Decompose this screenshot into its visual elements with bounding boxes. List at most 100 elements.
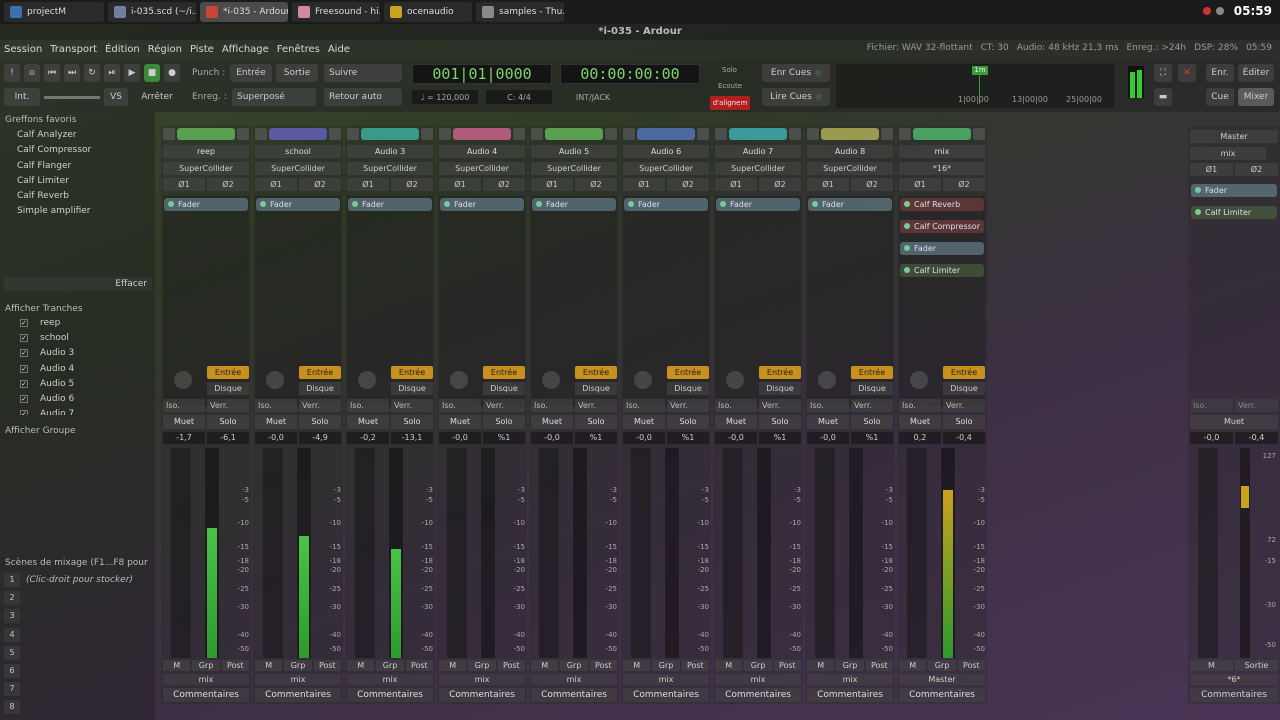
menu-3[interactable]: Région [144,44,186,55]
gain-fader[interactable] [631,448,651,658]
stop-mode-button[interactable]: Arrêter [134,88,180,106]
solo-button[interactable]: Solo [759,415,801,429]
processor-item[interactable]: Fader [532,198,616,211]
master-mute-button[interactable]: Muet [1190,415,1278,429]
master-output-button[interactable]: *6* [1190,674,1278,685]
favorite-plugin[interactable]: Calf Flanger [0,159,155,174]
processor-item[interactable]: Fader [624,198,708,211]
master-lock-button[interactable]: Verr. [1235,399,1278,412]
strip-list-row[interactable]: ✓ Audio 6 [0,391,155,406]
strip-visible-checkbox[interactable]: ✓ [20,364,28,373]
master-comments-button[interactable]: Commentaires [1190,688,1278,702]
strip-list-row[interactable]: ✓ school [0,330,155,345]
record-enable-button[interactable] [349,366,385,394]
strip-hide-icon[interactable] [513,128,525,140]
menu-7[interactable]: Aide [324,44,354,55]
gain-entry[interactable]: -1,7 [163,432,205,444]
record-cues-button[interactable]: Enr Cues [762,64,830,82]
phase-invert-2[interactable]: Ø2 [483,178,525,191]
output-button[interactable]: mix [807,674,893,685]
favorite-plugin[interactable]: Calf Reverb [0,189,155,204]
mini-timeline[interactable]: 1m 1|00|00 13|00|00 25|00|00 [836,64,1114,108]
mix-scene-row[interactable]: 2 [0,589,155,607]
strip-input-button[interactable]: SuperCollider [623,162,709,175]
strip-color-bar[interactable] [545,128,603,140]
gain-fader[interactable] [539,448,559,658]
phase-invert-2[interactable]: Ø2 [667,178,709,191]
strip-input-button[interactable]: SuperCollider [439,162,525,175]
gain-entry[interactable]: -0,0 [623,432,665,444]
mix-scene-row[interactable]: 4 [0,626,155,644]
strip-name-button[interactable]: school [255,145,341,158]
solo-lock-button[interactable]: Verr. [667,399,709,412]
meter-point-button[interactable]: M [715,660,743,671]
gain-fader[interactable] [171,448,191,658]
master-phase-1[interactable]: Ø1 [1190,163,1233,176]
record-enable-button[interactable] [533,366,569,394]
record-mode-dropdown[interactable]: Superposé [232,88,316,106]
monitor-input-button[interactable]: Entrée [667,366,709,379]
menu-5[interactable]: Affichage [218,44,273,55]
group-button[interactable]: Grp [376,660,404,671]
comments-button[interactable]: Commentaires [439,688,525,702]
auto-return-button[interactable]: Retour auto [324,88,402,106]
solo-button[interactable]: Solo [575,415,617,429]
goto-start-icon[interactable]: ⏮ [44,64,60,82]
monitor-disk-button[interactable]: Disque [943,382,985,395]
favorite-plugin[interactable]: Calf Compressor [0,143,155,158]
record-icon[interactable]: ● [164,64,180,82]
output-button[interactable]: mix [255,674,341,685]
strip-width-icon[interactable] [715,128,727,140]
post-button[interactable]: Post [313,660,341,671]
master-gain-entry[interactable]: -0,0 [1190,432,1233,444]
output-button[interactable]: mix [439,674,525,685]
alignment-button[interactable]: d'alignem [710,96,750,110]
solo-isolate-button[interactable]: Iso. [255,399,297,412]
monitor-disk-button[interactable]: Disque [667,382,709,395]
mute-button[interactable]: Muet [163,415,205,429]
master-name[interactable]: Master [1190,130,1278,143]
processor-item[interactable]: Fader [440,198,524,211]
record-enable-button[interactable] [257,366,293,394]
comments-button[interactable]: Commentaires [807,688,893,702]
favorite-plugin[interactable]: Calf Analyzer [0,128,155,143]
output-button[interactable]: mix [163,674,249,685]
cue-tab[interactable]: Cue [1206,88,1234,106]
record-enable-button[interactable] [625,366,661,394]
master-input[interactable]: mix [1190,147,1266,160]
output-button[interactable]: mix [347,674,433,685]
taskbar-button[interactable]: ocenaudio [384,2,472,22]
monitor-input-button[interactable]: Entrée [391,366,433,379]
strip-hide-icon[interactable] [329,128,341,140]
record-enable-button[interactable] [441,366,477,394]
master-iso-button[interactable]: Iso. [1190,399,1233,412]
master-processor-box[interactable]: Fader Calf Limiter [1190,182,1278,221]
strip-name-button[interactable]: reep [163,145,249,158]
menu-1[interactable]: Transport [46,44,101,55]
gain-entry[interactable]: -0,0 [255,432,297,444]
phase-invert-2[interactable]: Ø2 [943,178,985,191]
play-cues-button[interactable]: Lire Cues [762,88,830,106]
punch-out-button[interactable]: Sortie [276,64,318,82]
metronome-icon[interactable]: ⍝ [24,64,40,82]
menu-6[interactable]: Fenêtres [273,44,324,55]
strip-name-button[interactable]: Audio 7 [715,145,801,158]
solo-button[interactable]: Solo [299,415,341,429]
group-button[interactable]: Grp [468,660,496,671]
follow-button[interactable]: Suivre [324,64,402,82]
post-button[interactable]: Post [957,660,985,671]
solo-isolate-button[interactable]: Iso. [163,399,205,412]
solo-button[interactable]: Solo [207,415,249,429]
menu-4[interactable]: Piste [186,44,218,55]
strip-hide-icon[interactable] [697,128,709,140]
phase-invert-1[interactable]: Ø1 [439,178,481,191]
strip-hide-icon[interactable] [605,128,617,140]
solo-isolate-button[interactable]: Iso. [715,399,757,412]
timecode-clock[interactable]: 00:00:00:00 [560,64,700,84]
master-plugin-limiter[interactable]: Calf Limiter [1191,206,1277,219]
strip-color-bar[interactable] [729,128,787,140]
strip-color-bar[interactable] [453,128,511,140]
phase-invert-2[interactable]: Ø2 [759,178,801,191]
favorite-plugin[interactable]: Calf Limiter [0,174,155,189]
monitor-input-button[interactable]: Entrée [575,366,617,379]
